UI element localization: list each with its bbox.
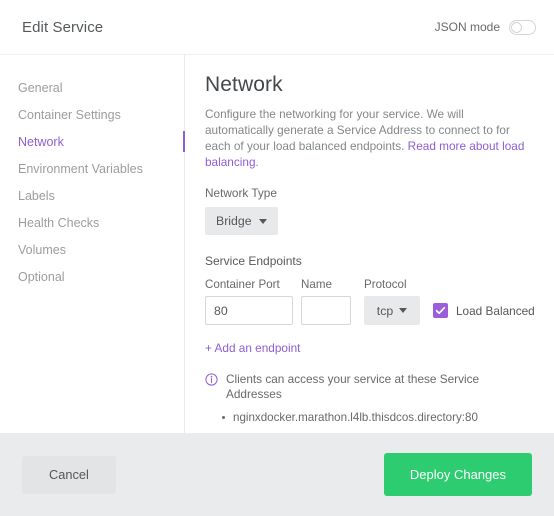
sidebar-item-label: Optional	[18, 269, 65, 284]
column-header-protocol: Protocol	[364, 278, 407, 291]
endpoint-name-input[interactable]	[301, 296, 351, 325]
network-type-label: Network Type	[205, 186, 277, 200]
column-header-name: Name	[301, 278, 332, 291]
sidebar-item-network[interactable]: Network	[0, 128, 185, 155]
info-text: Clients can access your service at these…	[226, 372, 480, 401]
sidebar-item-optional[interactable]: Optional	[0, 263, 184, 290]
sidebar-item-label: General	[18, 80, 63, 95]
section-title: Network	[205, 73, 283, 96]
sidebar-item-environment-variables[interactable]: Environment Variables	[0, 155, 184, 182]
network-type-value: Bridge	[216, 214, 252, 228]
load-balanced-control: Load Balanced	[433, 303, 554, 318]
add-endpoint-link[interactable]: + Add an endpoint	[205, 341, 300, 355]
sidebar-item-labels[interactable]: Labels	[0, 182, 184, 209]
sidebar-item-container-settings[interactable]: Container Settings	[0, 101, 184, 128]
deploy-changes-button[interactable]: Deploy Changes	[383, 453, 532, 496]
service-address-info: Clients can access your service at these…	[205, 372, 534, 402]
modal-footer: Cancel Deploy Changes	[0, 433, 554, 516]
page-title: Edit Service	[22, 18, 104, 36]
sidebar-item-label: Health Checks	[18, 215, 100, 230]
list-item: nginxdocker.marathon.l4lb.thisdcos.direc…	[222, 410, 534, 426]
json-mode-control[interactable]: JSON mode	[434, 19, 536, 35]
toggle-knob	[511, 21, 522, 33]
chevron-down-icon	[399, 308, 408, 313]
load-balanced-label: Load Balanced	[456, 303, 535, 318]
section-description: Configure the networking for your servic…	[205, 106, 527, 170]
modal-body: General Container Settings Network Envir…	[0, 55, 554, 433]
service-endpoints-label: Service Endpoints	[205, 254, 302, 268]
cancel-button[interactable]: Cancel	[22, 455, 116, 494]
sidebar-item-label: Container Settings	[18, 107, 121, 122]
column-header-container-port: Container Port	[205, 278, 280, 291]
info-icon	[205, 373, 218, 391]
edit-service-modal: Edit Service JSON mode General Container…	[0, 0, 554, 516]
sidebar-item-label: Network	[18, 134, 64, 149]
network-panel: Network Configure the networking for you…	[185, 55, 554, 433]
modal-header: Edit Service JSON mode	[0, 0, 554, 55]
endpoint-row: tcp Load Balanced	[205, 296, 535, 325]
json-mode-label: JSON mode	[434, 20, 500, 34]
sidebar-navigation: General Container Settings Network Envir…	[0, 55, 185, 433]
protocol-value: tcp	[376, 303, 394, 318]
sidebar-item-general[interactable]: General	[0, 74, 184, 101]
protocol-dropdown[interactable]: tcp	[364, 296, 420, 325]
network-type-dropdown[interactable]: Bridge	[205, 207, 278, 235]
sidebar-item-label: Environment Variables	[18, 161, 143, 176]
chevron-down-icon	[258, 218, 267, 224]
sidebar-item-label: Labels	[18, 188, 55, 203]
endpoint-column-headers: Container Port Name Protocol	[205, 278, 534, 291]
sidebar-item-label: Volumes	[18, 242, 66, 257]
sidebar-item-volumes[interactable]: Volumes	[0, 236, 184, 263]
container-port-input[interactable]	[205, 296, 293, 325]
service-address-list: nginxdocker.marathon.l4lb.thisdcos.direc…	[205, 410, 534, 426]
load-balanced-checkbox[interactable]	[433, 303, 448, 318]
json-mode-toggle[interactable]	[509, 19, 536, 35]
description-trailing: .	[255, 155, 259, 169]
sidebar-item-health-checks[interactable]: Health Checks	[0, 209, 184, 236]
